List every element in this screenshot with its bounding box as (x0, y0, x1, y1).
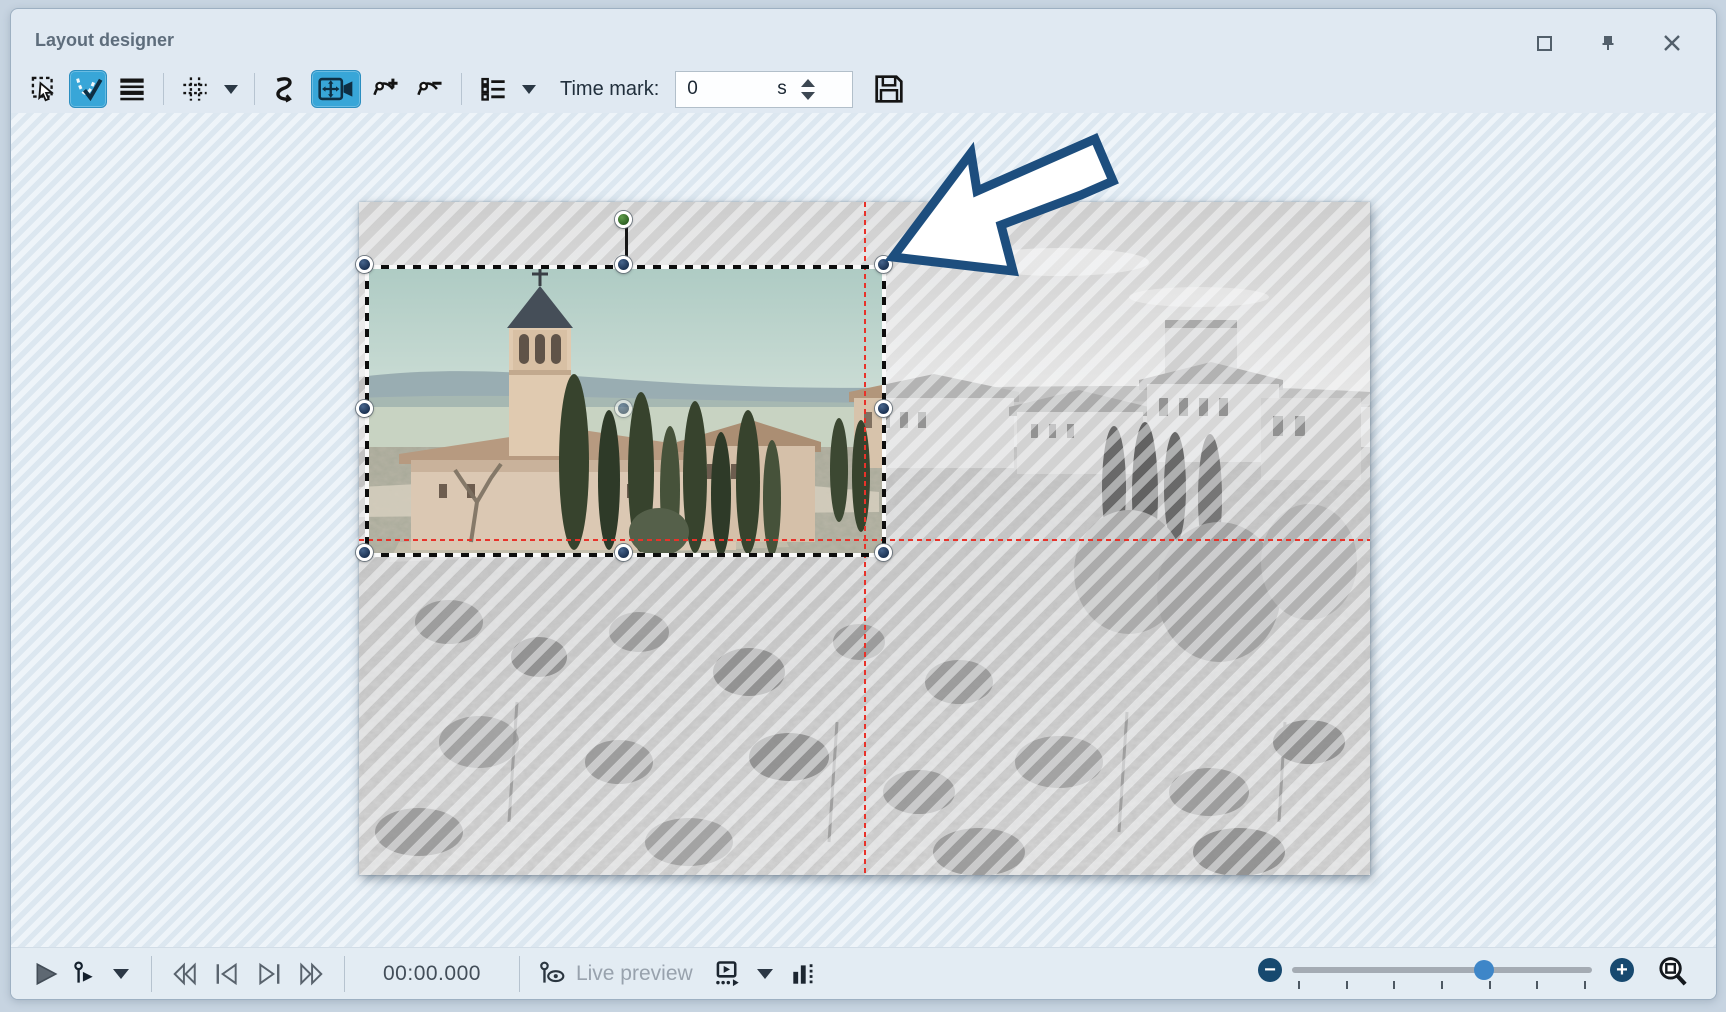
object-stack-button[interactable] (113, 70, 151, 108)
remove-keyframe-icon (415, 74, 445, 104)
render-options-dropdown-arrow[interactable] (757, 969, 773, 979)
performance-stats-icon (789, 960, 817, 988)
footer-separator (344, 956, 345, 992)
close-icon (1663, 34, 1681, 52)
slide-canvas[interactable] (359, 202, 1370, 875)
play-icon (33, 961, 59, 987)
titlebar: Layout designer (11, 9, 1716, 63)
time-display: 00:00.000 (383, 962, 481, 986)
next-keyframe-button[interactable] (248, 956, 290, 992)
grid-icon (181, 75, 209, 103)
close-button[interactable] (1662, 33, 1682, 53)
render-preview-icon (711, 960, 741, 988)
motion-curve-button[interactable] (267, 70, 305, 108)
render-preview-button[interactable] (705, 956, 747, 992)
resize-handle-bottom-right[interactable] (875, 544, 892, 561)
play-button[interactable] (27, 956, 65, 992)
motion-curve-icon (271, 74, 301, 104)
object-stack-icon (118, 75, 146, 103)
resize-handle-bottom-left[interactable] (356, 544, 373, 561)
resize-handle-middle-right[interactable] (875, 400, 892, 417)
footer-separator (519, 956, 520, 992)
skip-to-end-button[interactable] (290, 956, 332, 992)
display-options-button[interactable] (474, 70, 512, 108)
select-tool-icon (30, 75, 58, 103)
next-keyframe-icon (254, 961, 284, 987)
main-toolbar: Time mark: s (25, 67, 911, 111)
add-keyframe-button[interactable] (367, 70, 405, 108)
skip-to-end-icon (296, 961, 326, 987)
show-motion-path-button[interactable] (69, 70, 107, 108)
remove-keyframe-button[interactable] (411, 70, 449, 108)
play-options-dropdown-arrow[interactable] (113, 969, 129, 979)
time-mark-spin-up[interactable] (801, 79, 815, 87)
maximize-button[interactable] (1534, 33, 1554, 53)
play-from-time-mark-button[interactable] (65, 956, 103, 992)
window-title: Layout designer (35, 30, 174, 51)
move-handle-center[interactable] (615, 400, 632, 417)
previous-keyframe-icon (212, 961, 242, 987)
skip-to-start-icon (170, 961, 200, 987)
display-options-dropdown-arrow[interactable] (522, 85, 536, 94)
time-mark-field: s (675, 71, 853, 108)
toolbar-separator (163, 73, 164, 105)
resize-handle-bottom-center[interactable] (615, 544, 632, 561)
camera-pan-button[interactable] (311, 70, 361, 108)
save-icon (873, 73, 905, 105)
rotation-handle[interactable] (615, 211, 632, 228)
select-tool-button[interactable] (25, 70, 63, 108)
grid-button[interactable] (176, 70, 214, 108)
zoom-controls: − + (1258, 953, 1690, 991)
center-guide-horizontal (359, 539, 1370, 541)
zoom-fit-icon (1656, 955, 1690, 989)
pin-eye-icon (538, 961, 566, 987)
transport-bar: 00:00.000 Live preview (11, 947, 1716, 999)
play-from-time-mark-icon (71, 961, 97, 987)
footer-separator (151, 956, 152, 992)
display-options-icon (479, 75, 507, 103)
zoom-slider-thumb[interactable] (1474, 960, 1494, 980)
zoom-fit-button[interactable] (1656, 955, 1690, 989)
performance-stats-button[interactable] (783, 956, 823, 992)
live-preview-toggle[interactable] (532, 956, 572, 992)
resize-handle-top-center[interactable] (615, 256, 632, 273)
camera-pan-icon (317, 75, 355, 103)
time-mark-label: Time mark: (560, 78, 659, 101)
callout-arrow (881, 125, 1131, 283)
zoom-slider-ticks (1298, 981, 1586, 989)
time-mark-unit: s (777, 78, 787, 100)
toolbar-separator (254, 73, 255, 105)
resize-handle-top-left[interactable] (356, 256, 373, 273)
pin-icon (1599, 34, 1617, 52)
zoom-slider-track[interactable] (1292, 967, 1592, 973)
pin-button[interactable] (1598, 33, 1618, 53)
motion-path-icon (73, 74, 103, 104)
skip-to-start-button[interactable] (164, 956, 206, 992)
canvas-area[interactable] (11, 113, 1716, 949)
save-keyframes-button[interactable] (867, 71, 911, 107)
add-keyframe-icon (371, 74, 401, 104)
toolbar-separator (461, 73, 462, 105)
time-mark-spin-down[interactable] (801, 92, 815, 100)
zoom-in-button[interactable]: + (1610, 958, 1634, 982)
time-mark-input[interactable] (685, 77, 777, 101)
resize-handle-middle-left[interactable] (356, 400, 373, 417)
live-preview-label: Live preview (576, 962, 693, 986)
previous-keyframe-button[interactable] (206, 956, 248, 992)
zoom-out-button[interactable]: − (1258, 958, 1282, 982)
maximize-icon (1537, 36, 1552, 51)
grid-dropdown-arrow[interactable] (224, 85, 238, 94)
layout-designer-window: Layout designer (10, 8, 1717, 1000)
